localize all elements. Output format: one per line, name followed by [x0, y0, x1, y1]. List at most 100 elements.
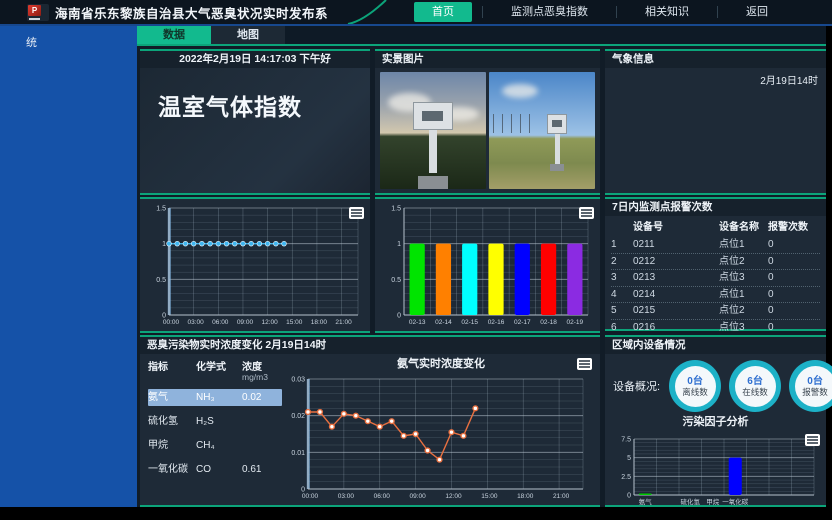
svg-text:5: 5: [627, 455, 631, 462]
svg-text:06:00: 06:00: [374, 493, 391, 500]
odor-row: 硫化氢H₂S: [148, 413, 282, 430]
device-stat-circle: 6台在线数: [729, 360, 781, 412]
chart-menu-icon[interactable]: [349, 207, 364, 219]
alarm-count: 0: [768, 254, 820, 270]
alarm-device-name: 点位3: [719, 320, 768, 336]
nav-item-3[interactable]: 返回: [728, 2, 786, 22]
odor-col-value: 浓度: [242, 358, 282, 373]
devices-header: 区域内设备情况: [605, 337, 826, 354]
table-row: 60216点位30: [611, 320, 820, 337]
site-photo-2[interactable]: [489, 72, 595, 189]
svg-text:甲烷: 甲烷: [706, 497, 720, 506]
alarm-row-index: 2: [611, 254, 633, 270]
tab-bar: 数据地图: [137, 26, 826, 46]
odor-panel: 恶臭污染物实时浓度变化 2月19日14时 指标 化学式 浓度 mg/m3 氨气N…: [140, 335, 600, 507]
device-stat-inner: 6台在线数: [735, 366, 776, 407]
alarm-count: 0: [768, 320, 820, 336]
app-logo: P: [27, 4, 49, 21]
chart-menu-icon[interactable]: [805, 434, 820, 446]
svg-text:02-16: 02-16: [488, 319, 505, 326]
alarm-device-name: 点位3: [719, 270, 768, 286]
alarm-count: 0: [768, 270, 820, 286]
device-stat-value: 0台: [687, 376, 703, 387]
odor-table: 指标 化学式 浓度 mg/m3 氨气NH₃0.02硫化氢H₂S甲烷CH₄一氧化碳…: [140, 354, 282, 505]
device-stat-label: 报警数: [802, 387, 828, 397]
photo-monitoring-station: [429, 128, 437, 172]
devices-panel: 区域内设备情况 设备概况: 0台离线数6台在线数0台报警数 污染因子分析 02.…: [605, 335, 826, 507]
photo-fence: [493, 114, 538, 133]
svg-text:00:00: 00:00: [302, 493, 319, 500]
odor-indicator: 甲烷: [148, 437, 196, 454]
odor-value: [242, 413, 282, 430]
greeting-body: 温室气体指数: [140, 68, 370, 193]
svg-text:0.02: 0.02: [291, 413, 305, 420]
svg-text:12:00: 12:00: [445, 493, 462, 500]
odor-row: 一氧化碳CO0.61: [148, 461, 282, 478]
top-nav: 首页 监测点恶臭指数 相关知识 返回: [410, 0, 790, 24]
nav-separator: [616, 6, 617, 18]
alarm-panel: 7日内监测点报警次数 设备号 设备名称 报警次数 10211点位1020212点…: [605, 197, 826, 331]
nav-separator: [482, 6, 483, 18]
site-photo-1[interactable]: [380, 72, 486, 189]
svg-text:2.5: 2.5: [621, 474, 631, 481]
odor-value: 0.61: [242, 461, 282, 478]
svg-text:02-13: 02-13: [409, 319, 426, 326]
nh3-chart-title: 氨气实时浓度变化: [282, 356, 600, 372]
svg-text:12:00: 12:00: [261, 319, 278, 326]
svg-text:02-17: 02-17: [514, 319, 531, 326]
tab-0[interactable]: 数据: [137, 26, 211, 44]
device-overview-label: 设备概况:: [613, 378, 660, 394]
weather-time: 2月19日14时: [605, 68, 826, 91]
station-base: [418, 176, 448, 189]
odor-unit: mg/m3: [242, 372, 282, 382]
alarm-device-name: 点位2: [719, 303, 768, 319]
device-stat-value: 6台: [747, 376, 763, 387]
daily-bar-chart-wrap: 00.511.502-1302-1402-1502-1602-1702-1802…: [375, 199, 600, 330]
chart-menu-icon[interactable]: [579, 207, 594, 219]
svg-text:03:00: 03:00: [338, 493, 355, 500]
app-title: 海南省乐东黎族自治县大气恶臭状况实时发布系: [55, 3, 328, 22]
sidebar-label: 统: [0, 26, 137, 50]
svg-text:1: 1: [397, 241, 401, 248]
svg-text:0.5: 0.5: [391, 277, 401, 284]
odor-unit-row: mg/m3: [148, 372, 282, 382]
odor-indicator: 一氧化碳: [148, 461, 196, 478]
alarm-device-id: 0215: [633, 303, 719, 319]
nav-item-0[interactable]: 首页: [414, 2, 472, 22]
svg-text:硫化氢: 硫化氢: [681, 497, 701, 506]
svg-text:0: 0: [397, 313, 401, 320]
svg-text:09:00: 09:00: [237, 319, 254, 326]
nav-item-2[interactable]: 相关知识: [627, 2, 707, 22]
device-stats-row: 设备概况: 0台离线数6台在线数0台报警数: [605, 354, 826, 414]
svg-text:1: 1: [162, 241, 166, 248]
alarm-device-id: 0213: [633, 270, 719, 286]
greenhouse-chart-panel: 00.511.500:0003:0006:0009:0012:0015:0018…: [140, 197, 370, 333]
photo-monitoring-station: [547, 114, 567, 134]
svg-text:09:00: 09:00: [409, 493, 426, 500]
alarm-col-index: [611, 220, 633, 237]
odor-formula: NH₃: [196, 389, 242, 406]
factor-bar-chart: 02.557.5氨气硫化氢甲烷一氧化碳: [608, 432, 821, 508]
alarm-device-id: 0216: [633, 320, 719, 336]
alarm-count: 0: [768, 303, 820, 319]
odor-table-body: 氨气NH₃0.02硫化氢H₂S甲烷CH₄一氧化碳CO0.61: [148, 389, 282, 478]
svg-text:18:00: 18:00: [517, 493, 534, 500]
tab-1[interactable]: 地图: [211, 26, 285, 44]
chart-menu-icon[interactable]: [577, 358, 592, 370]
alarm-device-name: 点位2: [719, 254, 768, 270]
svg-text:0.03: 0.03: [291, 377, 305, 384]
greenhouse-chart: 00.511.500:0003:0006:0009:0012:0015:0018…: [140, 199, 370, 330]
alarm-count: 0: [768, 237, 820, 253]
logo-glyph: P: [28, 5, 41, 16]
nav-item-1[interactable]: 监测点恶臭指数: [493, 2, 606, 22]
factor-chart-title: 污染因子分析: [605, 414, 826, 430]
station-screen: [552, 120, 562, 127]
svg-text:21:00: 21:00: [553, 493, 570, 500]
svg-text:15:00: 15:00: [481, 493, 498, 500]
station-base: [550, 164, 564, 171]
odor-row: 甲烷CH₄: [148, 437, 282, 454]
daily-bar-panel: 00.511.502-1302-1402-1502-1602-1702-1802…: [375, 197, 600, 333]
alarm-device-id: 0212: [633, 254, 719, 270]
device-stat-label: 离线数: [682, 387, 708, 397]
photos-header: 实景图片: [375, 51, 600, 68]
